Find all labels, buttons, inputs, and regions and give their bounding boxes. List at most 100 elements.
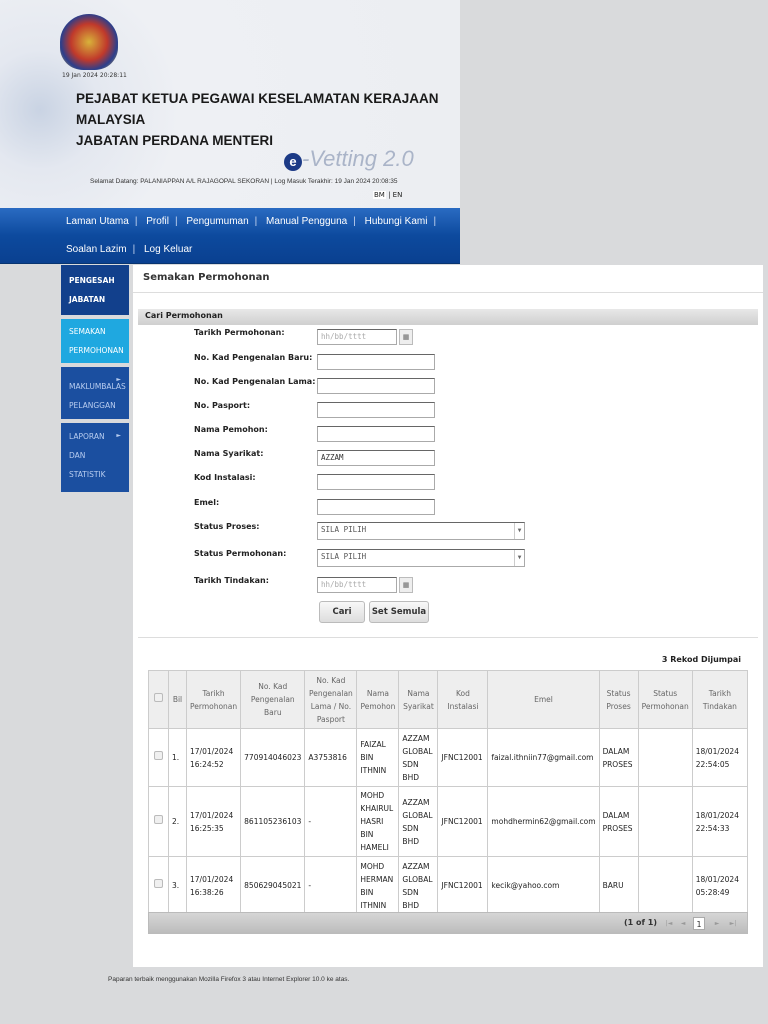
column-header[interactable]: Nama Pemohon (356, 670, 400, 729)
table-cell: 17/01/2024 16:38:26 (185, 856, 242, 915)
table-row[interactable]: 1. 17/01/2024 16:24:52 770914046023 A375381… (148, 728, 749, 787)
table-cell: 18/01/2024 22:54:05 (691, 728, 749, 787)
select-all-checkbox[interactable] (154, 693, 163, 702)
next-page-icon[interactable]: ► (711, 917, 723, 930)
reset-button[interactable]: Set Semula (369, 601, 429, 623)
arrow-icon: ► (116, 376, 121, 383)
main-panel: Semakan Permohonan Cari Permohonan Tarik… (133, 265, 763, 967)
coat-of-arms-logo (60, 14, 118, 70)
row-select-cell (148, 786, 169, 857)
sidebar: PENGESAH JABATAN SEMAKAN PERMOHONAN ► MAK… (61, 265, 129, 496)
sep: | (254, 216, 258, 227)
table-cell: 2. (168, 786, 187, 857)
table-row[interactable]: 2. 17/01/2024 16:25:35 861105236103- MOHD K… (148, 786, 749, 857)
nav-home[interactable]: Laman Utama (66, 216, 129, 227)
table-cell: MOHD KHAIRUL HASRI BIN HAMELI (356, 786, 400, 857)
table-cell: AZZAM GLOBAL SDN BHD (398, 786, 439, 857)
column-header[interactable]: Bil (168, 670, 187, 729)
column-header[interactable]: Status Permohonan (637, 670, 693, 729)
nama-pemohon-input[interactable] (317, 426, 435, 442)
tarikh-permohonan-input[interactable]: hh/bb/tttt (317, 329, 397, 345)
status-permohonan-select[interactable]: SILA PILIH ▼ (317, 549, 525, 567)
calendar-icon[interactable]: ▦ (399, 577, 413, 593)
label-kp-baru: No. Kad Pengenalan Baru: (194, 353, 313, 362)
selected-value: SILA PILIH (321, 552, 367, 561)
nav-logout[interactable]: Log Keluar (144, 244, 192, 255)
nav-announcements[interactable]: Pengumuman (186, 216, 248, 227)
pasport-input[interactable] (317, 402, 435, 418)
table-cell: AZZAM GLOBAL SDN BHD (398, 856, 439, 915)
sidebar-item-maklumbalas[interactable]: ► MAKLUMBALAS PELANGGAN (61, 367, 129, 419)
lang-bm[interactable]: BM (373, 191, 386, 199)
column-header[interactable]: No. Kad Pengenalan Baru (240, 670, 306, 729)
table-cell: BARU (598, 856, 639, 915)
calendar-icon[interactable]: ▦ (399, 329, 413, 345)
column-header[interactable]: Emel (487, 670, 600, 729)
table-cell: 770914046023 (240, 728, 306, 787)
nav-contact[interactable]: Hubungi Kami (365, 216, 428, 227)
nav-manual[interactable]: Manual Pengguna (266, 216, 347, 227)
row-checkbox[interactable] (154, 751, 163, 760)
search-button[interactable]: Cari (319, 601, 365, 623)
label: LAPORAN DAN STATISTIK (69, 432, 106, 479)
column-header[interactable]: Nama Syarikat (398, 670, 439, 729)
column-header[interactable]: No. Kad Pengenalan Lama / No. Pasport (304, 670, 358, 729)
column-header[interactable]: Tarikh Permohonan (185, 670, 242, 729)
table-cell (637, 728, 693, 787)
status-proses-select[interactable]: SILA PILIH ▼ (317, 522, 525, 540)
welcome-text: Selamat Datang: PALANIAPPAN A/L RAJAGOPA… (90, 178, 398, 185)
kp-baru-input[interactable] (317, 354, 435, 370)
label: SEMAKAN PERMOHONAN (69, 327, 124, 355)
table-cell: 17/01/2024 16:25:35 (185, 786, 242, 857)
sidebar-header: PENGESAH JABATAN (61, 265, 129, 315)
sep: | (134, 216, 138, 227)
table-cell (637, 856, 693, 915)
table-cell: faizal.ithniin77@gmail.com (487, 728, 600, 787)
last-page-icon[interactable]: ►| (727, 917, 739, 930)
page-info: (1 of 1) (624, 918, 657, 927)
nama-syarikat-input[interactable]: AZZAM (317, 450, 435, 466)
chevron-down-icon: ▼ (514, 550, 524, 566)
org-line: PEJABAT KETUA PEGAWAI KESELAMATAN KERAJA… (76, 91, 439, 106)
lang-en[interactable]: EN (393, 191, 403, 199)
row-checkbox[interactable] (154, 879, 163, 888)
column-header[interactable]: Status Proses (598, 670, 639, 729)
label-tarikh-tindakan: Tarikh Tindakan: (194, 576, 269, 585)
sep: | (388, 191, 391, 199)
table-cell: 18/01/2024 22:54:33 (691, 786, 749, 857)
row-select-cell (148, 856, 169, 915)
pagination: (1 of 1) |◄ ◄ 1 ► ►| (148, 912, 748, 934)
label-kp-lama: No. Kad Pengenalan Lama: (194, 377, 316, 386)
nav-faq[interactable]: Soalan Lazim (66, 244, 127, 255)
emel-input[interactable] (317, 499, 435, 515)
kp-lama-input[interactable] (317, 378, 435, 394)
page-1-button[interactable]: 1 (693, 917, 705, 930)
chevron-down-icon: ▼ (514, 523, 524, 539)
nav-profile[interactable]: Profil (146, 216, 169, 227)
table-row[interactable]: 3. 17/01/2024 16:38:26 850629045021- MOHD H… (148, 856, 749, 915)
prev-page-icon[interactable]: ◄ (677, 917, 689, 930)
table-cell (637, 786, 693, 857)
evetting-logo: e -Vetting 2.0 (284, 146, 414, 172)
row-checkbox[interactable] (154, 815, 163, 824)
sidebar-item-semakan[interactable]: SEMAKAN PERMOHONAN (61, 319, 129, 363)
column-header[interactable]: Tarikh Tindakan (691, 670, 749, 729)
sidebar-item-laporan[interactable]: ► LAPORAN DAN STATISTIK (61, 423, 129, 492)
arrow-icon: ► (116, 432, 121, 439)
column-header[interactable]: Kod Instalasi (437, 670, 489, 729)
first-page-icon[interactable]: |◄ (663, 917, 675, 930)
organization-name: PEJABAT KETUA PEGAWAI KESELAMATAN KERAJA… (76, 88, 439, 151)
table-cell: mohdhermin62@gmail.com (487, 786, 600, 857)
table-cell: 3. (168, 856, 187, 915)
kod-instalasi-input[interactable] (317, 474, 435, 490)
table-cell: AZZAM GLOBAL SDN BHD (398, 728, 439, 787)
divider (138, 637, 758, 638)
header-banner: 19 Jan 2024 20:28:11 PEJABAT KETUA PEGAW… (0, 0, 460, 208)
label-kod: Kod Instalasi: (194, 473, 256, 482)
table-cell: FAIZAL BIN ITHNIN (356, 728, 400, 787)
tarikh-tindakan-input[interactable]: hh/bb/tttt (317, 577, 397, 593)
divider (133, 292, 763, 293)
logo-e: e (284, 153, 302, 171)
search-section-header: Cari Permohonan (138, 309, 758, 325)
table-cell: 1. (168, 728, 187, 787)
